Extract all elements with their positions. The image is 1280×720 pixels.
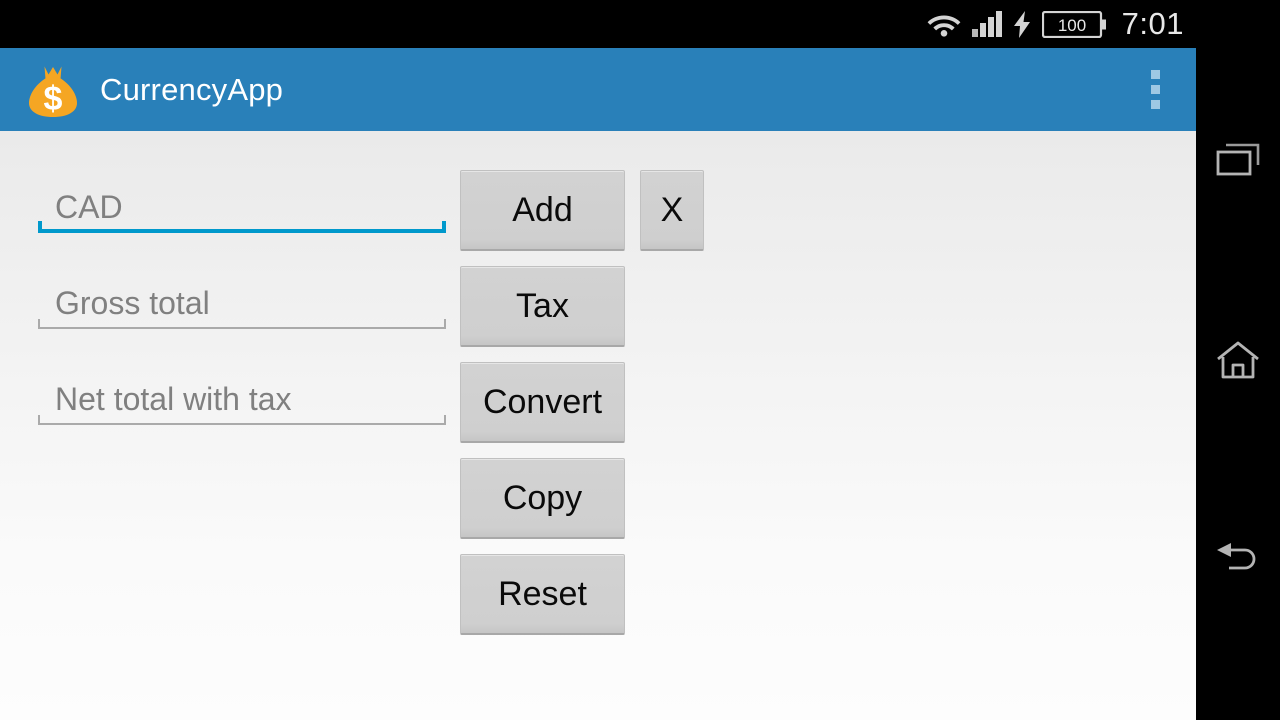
overflow-dot	[1150, 70, 1160, 79]
status-bar-icons: 100 7:01	[927, 0, 1184, 48]
gross-total-input-placeholder: Gross total	[55, 285, 210, 321]
wifi-icon	[927, 15, 961, 37]
app-viewport: 100 7:01 $ CurrencyApp CAD Gross total N…	[0, 0, 1196, 720]
convert-button[interactable]: Convert	[460, 362, 625, 443]
net-total-input-placeholder: Net total with tax	[55, 381, 292, 417]
home-icon[interactable]	[1196, 318, 1280, 402]
overflow-dot	[1150, 100, 1160, 109]
currency-input-field[interactable]: CAD	[38, 170, 446, 233]
overflow-menu-icon[interactable]	[1138, 64, 1172, 116]
svg-text:$: $	[44, 80, 63, 118]
action-bar: $ CurrencyApp	[0, 48, 1196, 131]
reset-button[interactable]: Reset	[460, 554, 625, 635]
charging-bolt-icon	[1013, 10, 1030, 38]
tax-button[interactable]: Tax	[460, 266, 625, 347]
signal-bars-icon	[971, 11, 1002, 37]
navigation-bar	[1196, 0, 1280, 720]
net-total-with-tax-input-field[interactable]: Net total with tax	[38, 362, 446, 425]
main-content: CAD Gross total Net total with tax Add T…	[0, 131, 1196, 720]
add-button[interactable]: Add	[460, 170, 625, 251]
input-fields-group: CAD Gross total Net total with tax	[38, 170, 446, 458]
clear-button[interactable]: X	[640, 170, 704, 251]
svg-text:100: 100	[1057, 16, 1085, 35]
back-icon[interactable]	[1196, 518, 1280, 602]
recents-icon[interactable]	[1196, 118, 1280, 202]
money-bag-icon: $	[29, 66, 77, 118]
currency-input-placeholder: CAD	[55, 189, 123, 225]
status-bar-clock: 7:01	[1121, 6, 1184, 41]
action-buttons-group: Add Tax Convert Copy Reset	[460, 170, 625, 650]
overflow-dot	[1150, 85, 1160, 94]
page-title: CurrencyApp	[100, 71, 284, 107]
gross-total-input-field[interactable]: Gross total	[38, 266, 446, 329]
battery-icon: 100	[1041, 10, 1106, 38]
android-screen: 100 7:01 $ CurrencyApp CAD Gross total N…	[0, 0, 1280, 720]
status-bar: 100 7:01	[0, 0, 1196, 48]
copy-button[interactable]: Copy	[460, 458, 625, 539]
